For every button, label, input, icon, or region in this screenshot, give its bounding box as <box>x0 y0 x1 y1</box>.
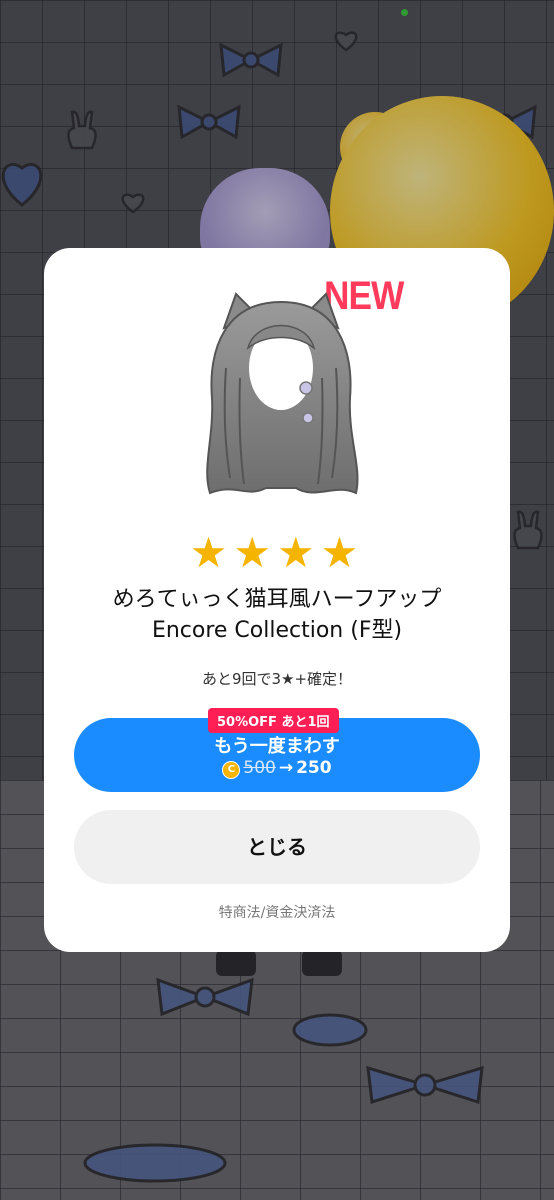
guarantee-text: あと9回で3★+確定！ <box>201 670 353 688</box>
close-button[interactable]: とじる <box>74 810 480 884</box>
item-name-line2: Encore Collection (F型) <box>151 618 403 643</box>
item-name: めろてぃっく猫耳風ハーフアップ Encore Collection (F型) <box>44 584 510 646</box>
spin-again-label: もう一度まわす <box>214 736 340 757</box>
star-icon: ★ <box>277 528 321 577</box>
hair-item-image <box>206 292 359 495</box>
legal-link[interactable]: 特商法/資金決済法 <box>44 902 510 922</box>
coin-icon: C <box>222 761 241 779</box>
gacha-result-modal: NEW ★★★★ めろてぃっく猫耳風ハーフアップ Encore Collecti… <box>44 248 510 952</box>
price-row: C 500 → 250 <box>74 758 480 779</box>
star-icon: ★ <box>233 528 277 577</box>
old-price: 500 <box>243 758 276 778</box>
discount-badge: 50%OFF あと1回 <box>208 708 339 733</box>
star-icon: ★ <box>189 528 234 577</box>
rarity-stars: ★★★★ <box>44 528 510 577</box>
star-icon: ★ <box>320 528 365 577</box>
arrow-icon: → <box>278 758 294 778</box>
item-name-line1: めろてぃっく猫耳風ハーフアップ <box>112 587 442 612</box>
new-price: 250 <box>296 758 332 778</box>
